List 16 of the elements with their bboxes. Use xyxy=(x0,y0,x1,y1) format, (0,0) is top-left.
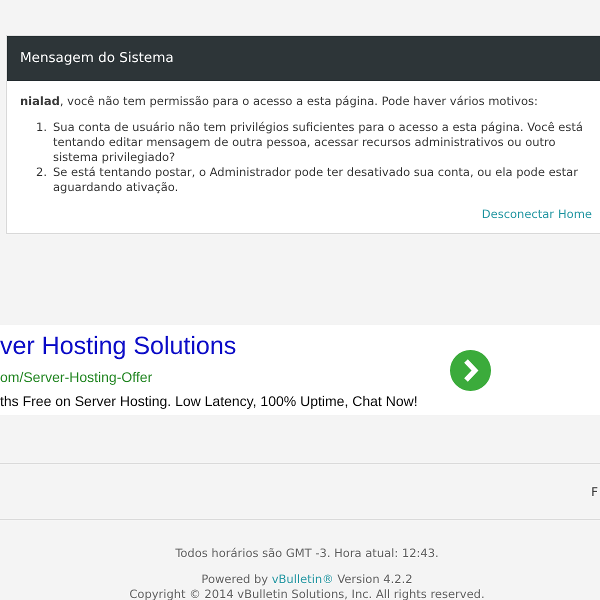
list-number: 1. xyxy=(35,120,47,136)
reason-item: Se está tentando postar, o Administrador pode ter desativado sua conta, ou ela pode estar aguardando ativação. xyxy=(53,165,579,195)
powered-by-text: Powered by vBulletin® Version 4.2.2 xyxy=(200,572,414,587)
list-number: 2. xyxy=(35,165,47,181)
panel-title: Mensagem do Sistema xyxy=(7,36,600,81)
ad-description: ths Free on Server Hosting. Low Latency, 100% Uptime, Chat Now! xyxy=(0,393,419,409)
ad-url[interactable]: om/Server-Hosting-Offer xyxy=(0,369,450,385)
footer-link[interactable]: F xyxy=(591,484,598,498)
vbulletin-link[interactable]: vBulletin® xyxy=(272,572,334,586)
footer-link[interactable]: Home xyxy=(558,207,592,221)
chevron-right-icon[interactable] xyxy=(450,350,491,390)
reason-item: Sua conta de usuário não tem privilégios suficientes para o acesso a esta página. Você está tentando editar mensagem de outra pessoa, acessar recursos administrativos ou outro sistema privilegiado? xyxy=(53,120,584,165)
permission-message: nialad, você não tem permissão para o acesso a esta página. Pode haver vários motivos: xyxy=(20,93,539,109)
ad-title[interactable]: ver Hosting Solutions xyxy=(0,331,450,361)
timezone-text: Todos horários são GMT -3. Hora atual: 12:43. xyxy=(174,546,440,560)
footer-link[interactable]: Desconectar xyxy=(482,207,554,221)
